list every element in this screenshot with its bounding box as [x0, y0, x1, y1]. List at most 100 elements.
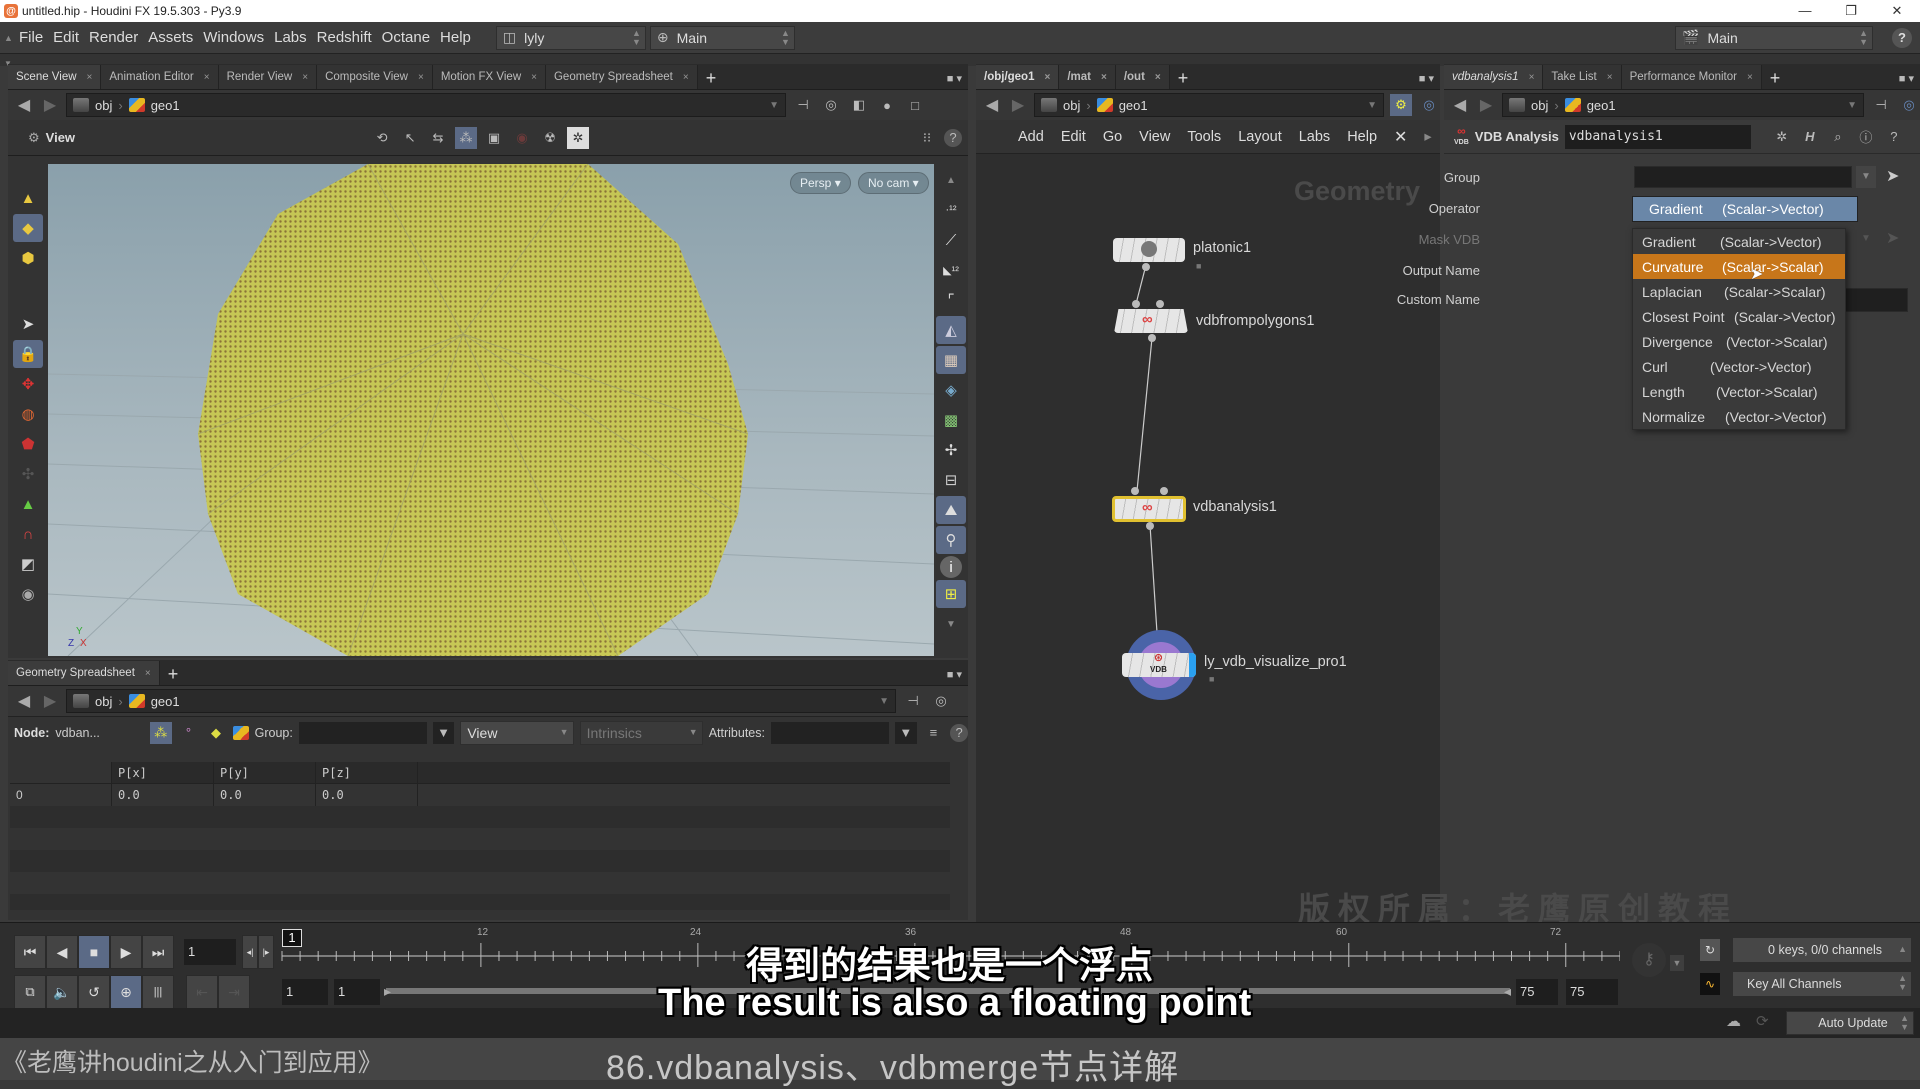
forward-arrow-icon[interactable]: ▶ — [1008, 95, 1028, 115]
menu-item-closest-point[interactable]: Closest Point (Scalar->Vector) — [1633, 304, 1845, 329]
node-label-platonic1[interactable]: platonic1 — [1193, 240, 1251, 256]
render-region-icon[interactable]: ◉ — [13, 580, 43, 608]
view-select[interactable]: View ▼ — [460, 720, 574, 745]
input-connector[interactable] — [1160, 487, 1168, 495]
playback-end-input[interactable]: 75 — [1516, 979, 1558, 1005]
display-options-icon[interactable]: ✲ — [567, 126, 590, 149]
forward-arrow-icon[interactable]: ▶ — [40, 95, 60, 115]
tab-geometry-spreadsheet-2[interactable]: Geometry Spreadsheet × — [8, 661, 160, 685]
pin-icon[interactable]: ⊣ — [1870, 94, 1892, 116]
close-tab-icon[interactable]: × — [1747, 72, 1753, 83]
table-row[interactable]: 0 0.0 0.0 0.0 — [10, 784, 950, 806]
visibility-icon[interactable]: ⁝⁝ — [916, 127, 938, 149]
jump-end-button[interactable]: ⏭ — [142, 935, 174, 969]
close-tab-icon[interactable]: × — [1607, 72, 1613, 83]
persp-button[interactable]: Persp ▾ — [790, 172, 851, 194]
shaded-icon[interactable]: ◭ — [936, 316, 966, 344]
path-dropdown-icon[interactable]: ▼ — [1847, 100, 1857, 111]
select-groups-icon[interactable]: ⇆ — [427, 127, 449, 149]
handle-tool-icon[interactable]: ▲ — [13, 490, 43, 518]
prim-numbers-icon[interactable]: ◣¹² — [936, 256, 966, 284]
close-tab-icon[interactable]: × — [1155, 72, 1161, 83]
menu-item-curl[interactable]: Curl (Vector->Vector) — [1633, 354, 1845, 379]
close-tab-icon[interactable]: × — [204, 72, 210, 83]
close-tab-icon[interactable]: × — [531, 72, 537, 83]
range-start-input[interactable]: 1 — [282, 979, 328, 1005]
scroll-up-icon[interactable]: ▲ — [936, 166, 966, 194]
network-link-icon[interactable]: ⚙ — [1390, 94, 1412, 116]
menu-octane[interactable]: Octane — [377, 29, 435, 46]
network-menu-help[interactable]: Help — [1347, 129, 1377, 145]
spreadsheet-help-icon[interactable]: ? — [950, 723, 968, 742]
tab-composite-view[interactable]: Composite View × — [317, 65, 433, 89]
viewer-help-icon[interactable]: ? — [944, 128, 962, 147]
link-icon[interactable]: ◎ — [1898, 94, 1920, 116]
output-connector[interactable] — [1148, 334, 1156, 342]
tab-mat[interactable]: /mat × — [1059, 65, 1116, 89]
node-vdbanalysis1[interactable]: ∞ — [1112, 496, 1186, 522]
menu-file[interactable]: File — [14, 29, 48, 46]
vertices-mode-icon[interactable]: ° — [178, 722, 200, 744]
menu-item-laplacian[interactable]: Laplacian (Scalar->Scalar) — [1633, 279, 1845, 304]
primitives-mode-icon[interactable]: ◆ — [205, 722, 227, 744]
path-dropdown-icon[interactable]: ▼ — [1367, 100, 1377, 111]
3d-viewport[interactable]: Y Z X Persp ▾ No cam ▾ — [48, 164, 934, 656]
menu-item-normalize[interactable]: Normalize (Vector->Vector) — [1633, 404, 1845, 429]
path-field[interactable]: obj › geo1 ▼ — [1034, 93, 1384, 117]
close-tab-icon[interactable]: × — [1044, 72, 1050, 83]
attributes-input[interactable] — [770, 721, 890, 744]
operator-select[interactable]: Gradient (Scalar->Vector) — [1632, 196, 1858, 222]
network-menu-view[interactable]: View — [1139, 129, 1170, 145]
path-obj[interactable]: obj — [1531, 98, 1548, 113]
tab-geometry-spreadsheet[interactable]: Geometry Spreadsheet × — [545, 65, 698, 89]
link-icon[interactable]: ◎ — [930, 690, 952, 712]
menu-windows[interactable]: Windows — [198, 29, 269, 46]
flipbook-icon[interactable]: ◩ — [13, 550, 43, 578]
path-field[interactable]: obj › geo1 ▼ — [66, 689, 896, 713]
key-icon[interactable]: ⚷ — [1632, 943, 1666, 977]
node-ly-vdb-visualize-pro1[interactable]: ⊛ VDB — [1122, 653, 1196, 677]
network-menu-layout[interactable]: Layout — [1238, 129, 1282, 145]
rotate-tool-icon[interactable]: ◍ — [13, 400, 43, 428]
select-arrow-icon[interactable]: ➤ — [1886, 166, 1899, 186]
point-numbers-icon[interactable]: ·¹² — [936, 196, 966, 224]
path-dropdown-icon[interactable]: ▼ — [769, 100, 779, 111]
close-button[interactable]: ✕ — [1874, 0, 1920, 22]
pose-tool-icon[interactable]: ✣ — [13, 460, 43, 488]
close-tab-icon[interactable]: × — [302, 72, 308, 83]
path-geo1[interactable]: geo1 — [1119, 98, 1148, 113]
current-frame-marker[interactable]: 1 — [282, 929, 302, 947]
lock-tool-icon[interactable]: 🔒 — [13, 340, 43, 368]
pane-menu-icon[interactable]: ■ ▾ — [1899, 72, 1920, 89]
display-flag-icon[interactable] — [1189, 653, 1196, 677]
node-label-vdbanalysis1[interactable]: vdbanalysis1 — [1193, 499, 1277, 515]
geometry-level-icon[interactable]: ⬢ — [13, 244, 43, 272]
tab-scene-view[interactable]: Scene View × — [8, 65, 102, 89]
flipbook-button[interactable]: ⧉ — [14, 975, 46, 1009]
restore-button[interactable]: ❐ — [1828, 0, 1874, 22]
node-vdbfrompolygons1[interactable]: ∞ — [1114, 309, 1188, 333]
back-arrow-icon[interactable]: ◀ — [982, 95, 1002, 115]
detail-mode-icon[interactable] — [232, 725, 249, 740]
pane-menu-icon[interactable]: ■ ▾ — [947, 72, 968, 89]
audio-button[interactable]: 🔈 — [46, 975, 78, 1009]
tab-performance-monitor[interactable]: Performance Monitor × — [1621, 65, 1762, 89]
forward-arrow-icon[interactable]: ▶ — [40, 691, 60, 711]
ghost-icon[interactable]: ✢ — [936, 436, 966, 464]
channel-curve-icon[interactable]: ∿ — [1700, 973, 1720, 995]
custom-name-input[interactable] — [1840, 288, 1908, 312]
step-back-button[interactable]: ◀ — [46, 935, 78, 969]
location-pin-icon[interactable]: ⚲ — [936, 526, 966, 554]
info-icon[interactable]: i — [940, 556, 962, 578]
range-start-handle[interactable]: ▸ — [384, 983, 391, 1000]
node-platonic1[interactable] — [1113, 238, 1185, 262]
select-arrow-icon[interactable]: ↖ — [399, 127, 421, 149]
realtime-button[interactable]: ⊕ — [110, 975, 142, 1009]
help-icon[interactable]: ? — [1892, 27, 1912, 48]
range-end-input[interactable]: 75 — [1566, 979, 1618, 1005]
update-refresh-icon[interactable]: ⟳ — [1756, 1012, 1769, 1030]
template-icon[interactable]: ◈ — [936, 376, 966, 404]
point-normals-icon[interactable]: ⟋ — [936, 226, 966, 254]
network-menu-labs[interactable]: Labs — [1299, 129, 1330, 145]
path-obj[interactable]: obj — [95, 98, 112, 113]
